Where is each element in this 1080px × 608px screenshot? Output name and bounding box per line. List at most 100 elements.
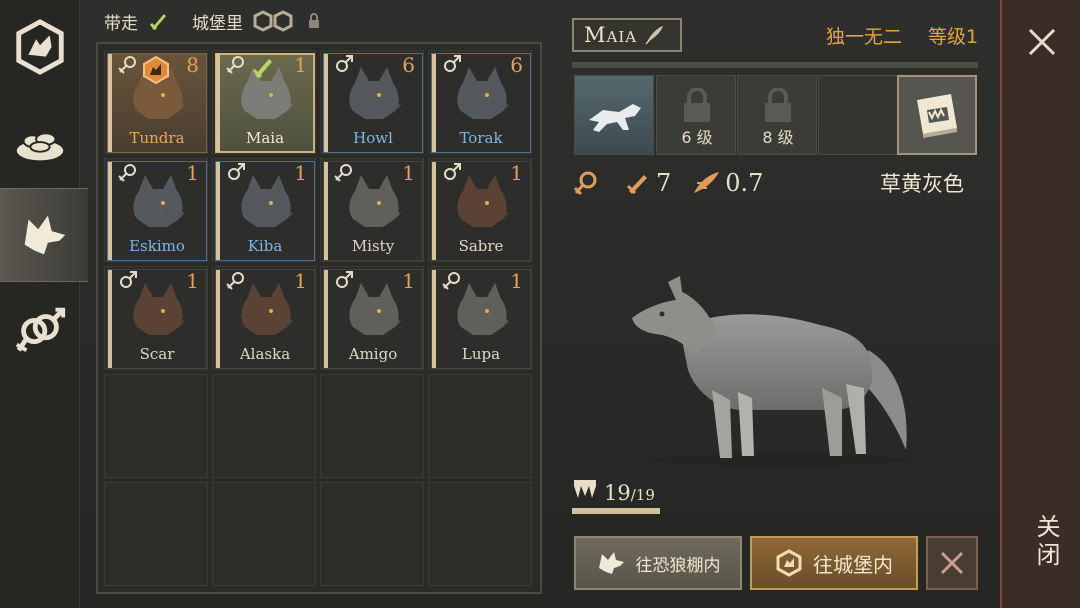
side-nav: [0, 0, 88, 608]
close-icon: [940, 551, 964, 575]
wolf-name: Maia: [245, 129, 285, 147]
divider: [572, 62, 978, 68]
wolf-portrait-icon: [457, 175, 509, 227]
wolf-model-image: [632, 276, 910, 466]
wolf-name: Tundra: [129, 129, 185, 147]
unlock-level-label: 8 级: [762, 128, 794, 147]
leader-emblem-icon: [141, 55, 171, 85]
wolf-name: Torak: [459, 129, 503, 147]
empty-slot: [212, 482, 316, 586]
wolf-name: Sabre: [458, 237, 504, 255]
speed-stat: 0.7: [691, 169, 763, 197]
hunger-max: /19: [630, 486, 655, 504]
wolf-portrait-icon: [349, 175, 401, 227]
empty-slot: [428, 482, 532, 586]
unlock-level-label: 6 级: [681, 128, 713, 147]
wolf-name: Kiba: [247, 237, 283, 255]
wolf-head-icon: [24, 215, 66, 255]
ability-slot-2-locked[interactable]: 6 级: [656, 75, 736, 155]
empty-slot: [212, 374, 316, 478]
carry-label: 带走: [104, 13, 138, 34]
wolf-card-eskimo[interactable]: 1 Eskimo: [104, 158, 208, 262]
wolf-management-screen: 带走 城堡里 8 Tundra 1 Maia 6 Howl 6 Torak 1 Eskimo 1 Ki…: [0, 0, 1080, 608]
hunger-current: 19: [604, 481, 631, 505]
wolf-name: Eskimo: [129, 237, 185, 255]
fangs-icon: [574, 480, 596, 498]
wolf-count: 6: [402, 53, 415, 77]
wolf-portrait-icon: [133, 283, 185, 335]
wolf-leap-icon: [589, 104, 641, 132]
wolf-portrait-icon: [457, 67, 509, 119]
wolf-count: 1: [510, 161, 523, 185]
wolf-stats: 7 0.7: [572, 166, 763, 200]
speed-value: 0.7: [725, 169, 764, 197]
wolf-count: 1: [294, 161, 307, 185]
wolf-card-sabre[interactable]: 1 Sabre: [428, 158, 532, 262]
wolf-card-scar[interactable]: 1 Scar: [104, 266, 208, 370]
fur-color-label: 草黄灰色: [880, 172, 964, 196]
rename-quill-icon: [645, 26, 664, 45]
nav-wolves-button[interactable]: [0, 188, 88, 282]
wolf-portrait-icon: [457, 283, 509, 335]
wolf-portrait-icon: [241, 283, 293, 335]
hunger-bar: [572, 508, 660, 514]
wolf-name-field[interactable]: Maia: [572, 18, 682, 52]
wolf-portrait-icon: [241, 175, 293, 227]
wolf-name: Alaska: [239, 345, 291, 363]
in-party-dagger-icon: [251, 55, 275, 79]
top-labels: 带走 城堡里: [104, 8, 321, 34]
wolf-name: Amigo: [348, 345, 398, 363]
wolf-portrait-icon: [133, 175, 185, 227]
wolf-count: 1: [402, 161, 415, 185]
wolf-name: Lupa: [461, 345, 501, 363]
gender-breeding-icon: [15, 307, 66, 352]
empty-slot: [104, 482, 208, 586]
close-icon[interactable]: [1026, 26, 1058, 58]
level-label: 等级1: [928, 26, 979, 48]
speed-wing-icon: [694, 172, 720, 193]
wolf-card-misty[interactable]: 1 Misty: [320, 158, 424, 262]
wolf-head-icon: [598, 552, 624, 574]
wolf-card-alaska[interactable]: 1 Alaska: [212, 266, 316, 370]
castle-emblem-icon: [776, 549, 802, 577]
wolf-count: 1: [402, 269, 415, 293]
wolf-book-button[interactable]: [897, 75, 977, 155]
empty-slot: [104, 374, 208, 478]
castle-label: 城堡里: [192, 13, 243, 34]
wolf-card-howl[interactable]: 6 Howl: [320, 50, 424, 154]
wolf-count: 1: [510, 269, 523, 293]
food-bowl-icon: [16, 132, 64, 161]
attack-dagger-icon: [626, 175, 647, 195]
ability-slot-3-locked[interactable]: 8 级: [737, 75, 817, 155]
wolf-count: 1: [186, 161, 199, 185]
ability-slot-1[interactable]: [574, 75, 654, 155]
attack-value: 7: [656, 169, 672, 197]
move-to-kennel-button[interactable]: 往恐狼棚内: [574, 536, 742, 590]
dagger-icon: [148, 10, 170, 32]
ability-slot-4-empty[interactable]: [818, 75, 898, 155]
book-fangs-icon: [917, 94, 957, 138]
female-icon: [573, 171, 597, 196]
move-to-kennel-label: 往恐狼棚内: [635, 555, 721, 576]
castle-emblem-icon: [253, 10, 297, 32]
wolf-card-maia[interactable]: 1 Maia: [212, 50, 316, 154]
wolf-card-tundra[interactable]: 8 Tundra: [104, 50, 208, 154]
wolf-count: 1: [294, 269, 307, 293]
nav-pack-button[interactable]: [0, 0, 80, 94]
nav-breeding-button[interactable]: [0, 284, 80, 378]
move-to-castle-button[interactable]: 往城堡内: [750, 536, 918, 590]
close-panel[interactable]: 关闭: [1000, 0, 1080, 608]
attack-stat: 7: [624, 169, 671, 197]
wolf-count: 6: [510, 53, 523, 77]
wolf-card-kiba[interactable]: 1 Kiba: [212, 158, 316, 262]
wolf-name: Misty: [351, 237, 395, 255]
lock-icon: [765, 88, 791, 122]
lock-icon: [684, 88, 710, 122]
wolf-card-torak[interactable]: 6 Torak: [428, 50, 532, 154]
nav-food-button[interactable]: [0, 96, 80, 190]
wolf-card-amigo[interactable]: 1 Amigo: [320, 266, 424, 370]
wolf-name: Maia: [584, 23, 638, 47]
wolf-card-lupa[interactable]: 1 Lupa: [428, 266, 532, 370]
release-button[interactable]: [926, 536, 978, 590]
wolf-grid: 8 Tundra 1 Maia 6 Howl 6 Torak 1 Eskimo 1 Kiba 1 Mist…: [96, 42, 542, 594]
